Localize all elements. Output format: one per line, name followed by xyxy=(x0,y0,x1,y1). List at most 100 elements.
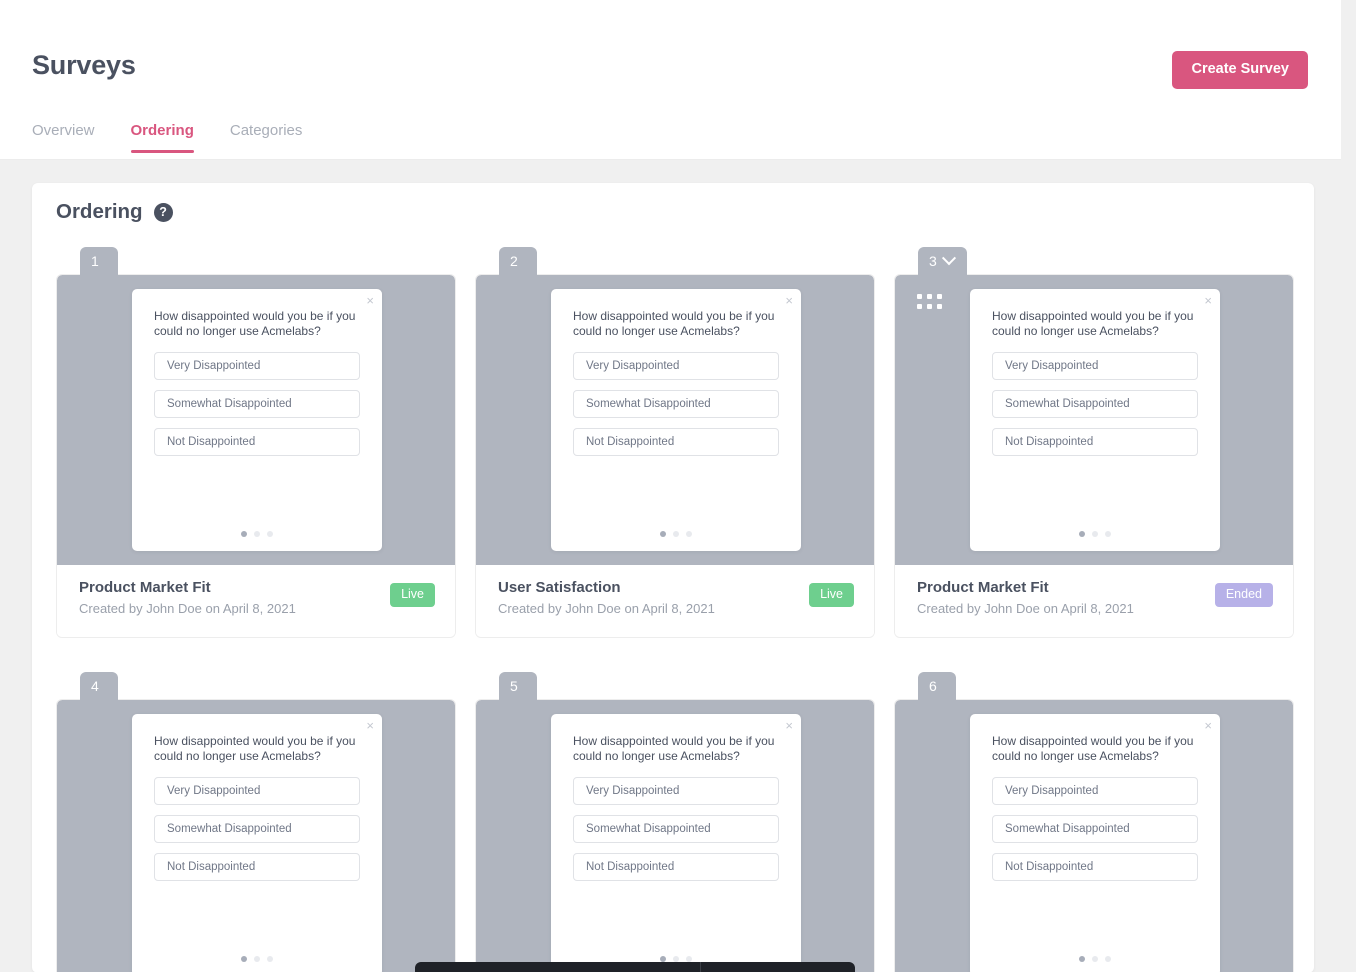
pagination-dots xyxy=(970,531,1220,537)
bottom-toolbar[interactable] xyxy=(415,962,855,972)
close-icon[interactable]: × xyxy=(366,719,374,732)
survey-option[interactable]: Not Disappointed xyxy=(573,428,779,456)
survey-card-footer: Product Market Fit Created by John Doe on… xyxy=(57,565,455,637)
close-icon[interactable]: × xyxy=(785,294,793,307)
tab-ordering[interactable]: Ordering xyxy=(131,122,194,153)
card-order-number: 3 xyxy=(929,253,937,269)
close-icon[interactable]: × xyxy=(366,294,374,307)
survey-options: Very Disappointed Somewhat Disappointed No… xyxy=(573,777,779,891)
card-order-badge[interactable]: 3 xyxy=(918,247,967,275)
pagination-dot[interactable] xyxy=(660,531,666,537)
question-mark-icon[interactable]: ? xyxy=(154,203,173,222)
card-order-badge[interactable]: 2 xyxy=(499,247,537,275)
survey-option[interactable]: Very Disappointed xyxy=(992,352,1198,380)
pagination-dot[interactable] xyxy=(241,956,247,962)
pagination-dot[interactable] xyxy=(254,956,260,962)
survey-card-footer: User SatisfactionCreated by John Doe on … xyxy=(476,565,874,637)
pagination-dots xyxy=(551,531,801,537)
survey-option[interactable]: Very Disappointed xyxy=(573,352,779,380)
close-icon[interactable]: × xyxy=(1204,719,1212,732)
pagination-dot[interactable] xyxy=(267,956,273,962)
tab-overview[interactable]: Overview xyxy=(32,122,95,153)
create-survey-button[interactable]: Create Survey xyxy=(1172,51,1308,89)
survey-question: How disappointed would you be if you cou… xyxy=(573,309,779,339)
pagination-dots xyxy=(132,531,382,537)
pagination-dots xyxy=(132,956,382,962)
page-title: Surveys xyxy=(32,50,136,81)
survey-option[interactable]: Very Disappointed xyxy=(992,777,1198,805)
survey-option[interactable]: Somewhat Disappointed xyxy=(573,390,779,418)
survey-question: How disappointed would you be if you cou… xyxy=(992,309,1198,339)
drag-handle-icon[interactable] xyxy=(917,294,942,309)
pagination-dots xyxy=(970,956,1220,962)
status-badge: Ended xyxy=(1215,583,1273,607)
card-order-number: 6 xyxy=(929,678,937,694)
pagination-dot[interactable] xyxy=(254,531,260,537)
card-order-badge[interactable]: 4 xyxy=(80,672,118,700)
survey-options: Very Disappointed Somewhat Disappointed No… xyxy=(992,352,1198,466)
survey-option[interactable]: Somewhat Disappointed xyxy=(154,390,360,418)
survey-card: 6 × How disappointed would you be if you c… xyxy=(894,672,1294,972)
survey-card-body[interactable]: × How disappointed would you be if you co… xyxy=(894,699,1294,972)
survey-card-body[interactable]: × How disappointed would you be if you co… xyxy=(475,274,875,638)
survey-question: How disappointed would you be if you cou… xyxy=(154,309,360,339)
survey-meta: Created by John Doe on April 8, 2021 xyxy=(79,601,435,616)
survey-options: Very Disappointed Somewhat Disappointed No… xyxy=(992,777,1198,891)
survey-option[interactable]: Not Disappointed xyxy=(992,853,1198,881)
survey-card: 1 × How disappointed would you be if you c… xyxy=(56,247,456,638)
survey-option[interactable]: Somewhat Disappointed xyxy=(154,815,360,843)
pagination-dot[interactable] xyxy=(241,531,247,537)
section-title: Ordering xyxy=(56,200,143,224)
pagination-dot[interactable] xyxy=(1092,956,1098,962)
tab-bar: Overview Ordering Categories xyxy=(32,122,338,153)
card-order-badge[interactable]: 6 xyxy=(918,672,956,700)
survey-card-body[interactable]: × How disappointed would you be if you co… xyxy=(56,699,456,972)
card-order-number: 1 xyxy=(91,253,99,269)
survey-name: Product Market Fit xyxy=(79,579,435,596)
page-header: Surveys Create Survey Overview Ordering … xyxy=(0,0,1341,160)
chevron-down-icon[interactable] xyxy=(942,251,956,265)
survey-preview: × How disappointed would you be if you co… xyxy=(476,275,874,565)
status-badge: Live xyxy=(390,583,435,607)
survey-option[interactable]: Very Disappointed xyxy=(154,352,360,380)
survey-option[interactable]: Somewhat Disappointed xyxy=(992,390,1198,418)
survey-card: 2 × How disappointed would you be if you c… xyxy=(475,247,875,638)
survey-card: 3 × How disappointed would you be if you c… xyxy=(894,247,1294,638)
card-order-badge[interactable]: 5 xyxy=(499,672,537,700)
close-icon[interactable]: × xyxy=(1204,294,1212,307)
survey-option[interactable]: Very Disappointed xyxy=(573,777,779,805)
survey-card-body[interactable]: ×How disappointed would you be if you co… xyxy=(475,699,875,972)
survey-option[interactable]: Somewhat Disappointed xyxy=(573,815,779,843)
pagination-dot[interactable] xyxy=(673,531,679,537)
survey-option[interactable]: Not Disappointed xyxy=(992,428,1198,456)
survey-preview: × How disappointed would you be if you co… xyxy=(57,700,455,972)
survey-option[interactable]: Not Disappointed xyxy=(154,853,360,881)
card-order-badge[interactable]: 1 xyxy=(80,247,118,275)
pagination-dot[interactable] xyxy=(1092,531,1098,537)
pagination-dot[interactable] xyxy=(267,531,273,537)
survey-option[interactable]: Not Disappointed xyxy=(573,853,779,881)
survey-card-body[interactable]: × How disappointed would you be if you co… xyxy=(894,274,1294,638)
pagination-dot[interactable] xyxy=(1105,956,1111,962)
tab-categories[interactable]: Categories xyxy=(230,122,303,153)
survey-option[interactable]: Not Disappointed xyxy=(154,428,360,456)
survey-card-body[interactable]: × How disappointed would you be if you co… xyxy=(56,274,456,638)
survey-option[interactable]: Somewhat Disappointed xyxy=(992,815,1198,843)
survey-popup-preview: × How disappointed would you be if you co… xyxy=(970,714,1220,972)
pagination-dot[interactable] xyxy=(1105,531,1111,537)
survey-question: How disappointed would you be if you cou… xyxy=(154,734,360,764)
survey-popup-preview: × How disappointed would you be if you co… xyxy=(132,289,382,551)
pagination-dot[interactable] xyxy=(1079,956,1085,962)
survey-popup-preview: × How disappointed would you be if you co… xyxy=(551,289,801,551)
survey-popup-preview: ×How disappointed would you be if you co… xyxy=(551,714,801,972)
survey-preview: × How disappointed would you be if you co… xyxy=(895,700,1293,972)
close-icon[interactable]: × xyxy=(785,719,793,732)
survey-option[interactable]: Very Disappointed xyxy=(154,777,360,805)
survey-card-grid: 1 × How disappointed would you be if you c… xyxy=(56,247,1294,972)
card-order-number: 2 xyxy=(510,253,518,269)
pagination-dot[interactable] xyxy=(1079,531,1085,537)
survey-question: How disappointed would you be if you cou… xyxy=(992,734,1198,764)
survey-card-footer: Product Market FitCreated by John Doe on… xyxy=(895,565,1293,637)
pagination-dot[interactable] xyxy=(686,531,692,537)
survey-popup-preview: × How disappointed would you be if you co… xyxy=(970,289,1220,551)
